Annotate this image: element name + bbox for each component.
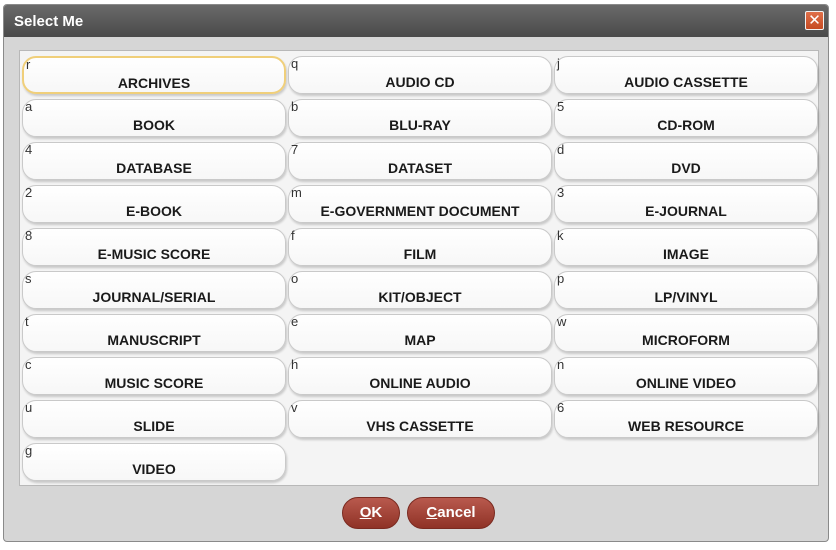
option-label: E-GOVERNMENT DOCUMENT xyxy=(320,203,520,219)
option-shortcut-key: s xyxy=(25,271,32,286)
option-shortcut-key: o xyxy=(291,271,299,286)
option-button[interactable]: h ONLINE AUDIO xyxy=(288,357,552,395)
option-label: AUDIO CD xyxy=(385,74,455,90)
option-button[interactable]: 8 E-MUSIC SCORE xyxy=(22,228,286,266)
option-label: ONLINE AUDIO xyxy=(369,375,471,391)
option-button[interactable]: j AUDIO CASSETTE xyxy=(554,56,818,94)
option-button[interactable]: n ONLINE VIDEO xyxy=(554,357,818,395)
option-label: CD-ROM xyxy=(657,117,715,133)
option-label: KIT/OBJECT xyxy=(378,289,462,305)
option-shortcut-key: f xyxy=(291,228,295,243)
option-shortcut-key: k xyxy=(557,228,564,243)
option-shortcut-key: d xyxy=(557,142,565,157)
option-label: SLIDE xyxy=(133,418,175,434)
dialog-titlebar[interactable]: Select Me ✕ xyxy=(4,5,828,37)
cancel-button[interactable]: Cancel xyxy=(407,497,495,529)
ok-button[interactable]: OK xyxy=(342,497,400,529)
option-label: JOURNAL/SERIAL xyxy=(92,289,216,305)
option-shortcut-key: e xyxy=(291,314,299,329)
cancel-access-key: C xyxy=(426,504,438,521)
option-shortcut-key: b xyxy=(291,99,299,114)
option-button[interactable]: g VIDEO xyxy=(22,443,286,481)
option-shortcut-key: 5 xyxy=(557,99,565,114)
option-label: BOOK xyxy=(133,117,175,133)
option-button[interactable]: 6 WEB RESOURCE xyxy=(554,400,818,438)
option-label: ONLINE VIDEO xyxy=(635,375,737,391)
option-label: BLU-RAY xyxy=(389,117,451,133)
option-button[interactable]: s JOURNAL/SERIAL xyxy=(22,271,286,309)
option-label: VIDEO xyxy=(132,461,176,477)
option-shortcut-key: g xyxy=(25,443,33,458)
option-shortcut-key: w xyxy=(557,314,567,329)
option-shortcut-key: 6 xyxy=(557,400,565,415)
option-button[interactable]: o KIT/OBJECT xyxy=(288,271,552,309)
option-shortcut-key: r xyxy=(26,57,31,72)
option-shortcut-key: 7 xyxy=(291,142,299,157)
option-button[interactable]: 7 DATASET xyxy=(288,142,552,180)
options-panel: r ARCHIVES q AUDIO CD j AUDIO CASSETTE a BOOK b B… xyxy=(19,50,819,486)
close-icon[interactable]: ✕ xyxy=(805,11,824,30)
option-label: MAP xyxy=(404,332,436,348)
option-button[interactable]: 2 E-BOOK xyxy=(22,185,286,223)
option-button[interactable]: c MUSIC SCORE xyxy=(22,357,286,395)
option-shortcut-key: a xyxy=(25,99,33,114)
option-shortcut-key: j xyxy=(557,56,560,71)
option-button[interactable]: e MAP xyxy=(288,314,552,352)
option-label: FILM xyxy=(403,246,437,262)
option-label: E-JOURNAL xyxy=(645,203,727,219)
option-label: MUSIC SCORE xyxy=(104,375,204,391)
option-button[interactable]: m E-GOVERNMENT DOCUMENT xyxy=(288,185,552,223)
option-button[interactable]: f FILM xyxy=(288,228,552,266)
select-me-dialog: Select Me ✕ r ARCHIVES q AUDIO CD j AUDIO CAS… xyxy=(3,4,829,542)
option-label: E-MUSIC SCORE xyxy=(97,246,211,262)
option-button[interactable]: 5 CD-ROM xyxy=(554,99,818,137)
option-shortcut-key: m xyxy=(291,185,302,200)
option-label: VHS CASSETTE xyxy=(366,418,474,434)
option-label: IMAGE xyxy=(663,246,709,262)
option-label: WEB RESOURCE xyxy=(628,418,744,434)
cancel-label-rest: ancel xyxy=(437,504,476,521)
option-shortcut-key: h xyxy=(291,357,299,372)
option-shortcut-key: 2 xyxy=(25,185,33,200)
option-button[interactable]: t MANUSCRIPT xyxy=(22,314,286,352)
option-shortcut-key: p xyxy=(557,271,565,286)
option-label: DATASET xyxy=(387,160,453,176)
option-button[interactable]: k IMAGE xyxy=(554,228,818,266)
option-label: ARCHIVES xyxy=(117,75,191,91)
option-label: E-BOOK xyxy=(126,203,182,219)
option-button[interactable]: r ARCHIVES xyxy=(22,56,286,94)
option-button[interactable]: q AUDIO CD xyxy=(288,56,552,94)
option-label: AUDIO CASSETTE xyxy=(624,74,748,90)
dialog-title: Select Me xyxy=(14,13,84,30)
option-button[interactable]: w MICROFORM xyxy=(554,314,818,352)
option-label: LP/VINYL xyxy=(654,289,718,305)
option-label: DATABASE xyxy=(116,160,192,176)
option-button[interactable]: a BOOK xyxy=(22,99,286,137)
option-shortcut-key: u xyxy=(25,400,33,415)
option-shortcut-key: 8 xyxy=(25,228,33,243)
option-shortcut-key: q xyxy=(291,56,299,71)
option-button[interactable]: v VHS CASSETTE xyxy=(288,400,552,438)
option-button[interactable]: d DVD xyxy=(554,142,818,180)
option-shortcut-key: 4 xyxy=(25,142,33,157)
option-shortcut-key: c xyxy=(25,357,32,372)
option-button[interactable]: b BLU-RAY xyxy=(288,99,552,137)
options-grid: r ARCHIVES q AUDIO CD j AUDIO CASSETTE a BOOK b B… xyxy=(22,56,818,486)
option-button[interactable]: p LP/VINYL xyxy=(554,271,818,309)
option-button[interactable]: 3 E-JOURNAL xyxy=(554,185,818,223)
option-label: DVD xyxy=(671,160,701,176)
option-button[interactable]: 4 DATABASE xyxy=(22,142,286,180)
ok-label-rest: K xyxy=(371,504,383,521)
option-label: MANUSCRIPT xyxy=(107,332,201,348)
ok-access-key: O xyxy=(359,504,372,521)
option-shortcut-key: t xyxy=(25,314,29,329)
option-button[interactable]: u SLIDE xyxy=(22,400,286,438)
option-shortcut-key: v xyxy=(291,400,298,415)
option-shortcut-key: 3 xyxy=(557,185,565,200)
option-shortcut-key: n xyxy=(557,357,565,372)
option-label: MICROFORM xyxy=(642,332,730,348)
